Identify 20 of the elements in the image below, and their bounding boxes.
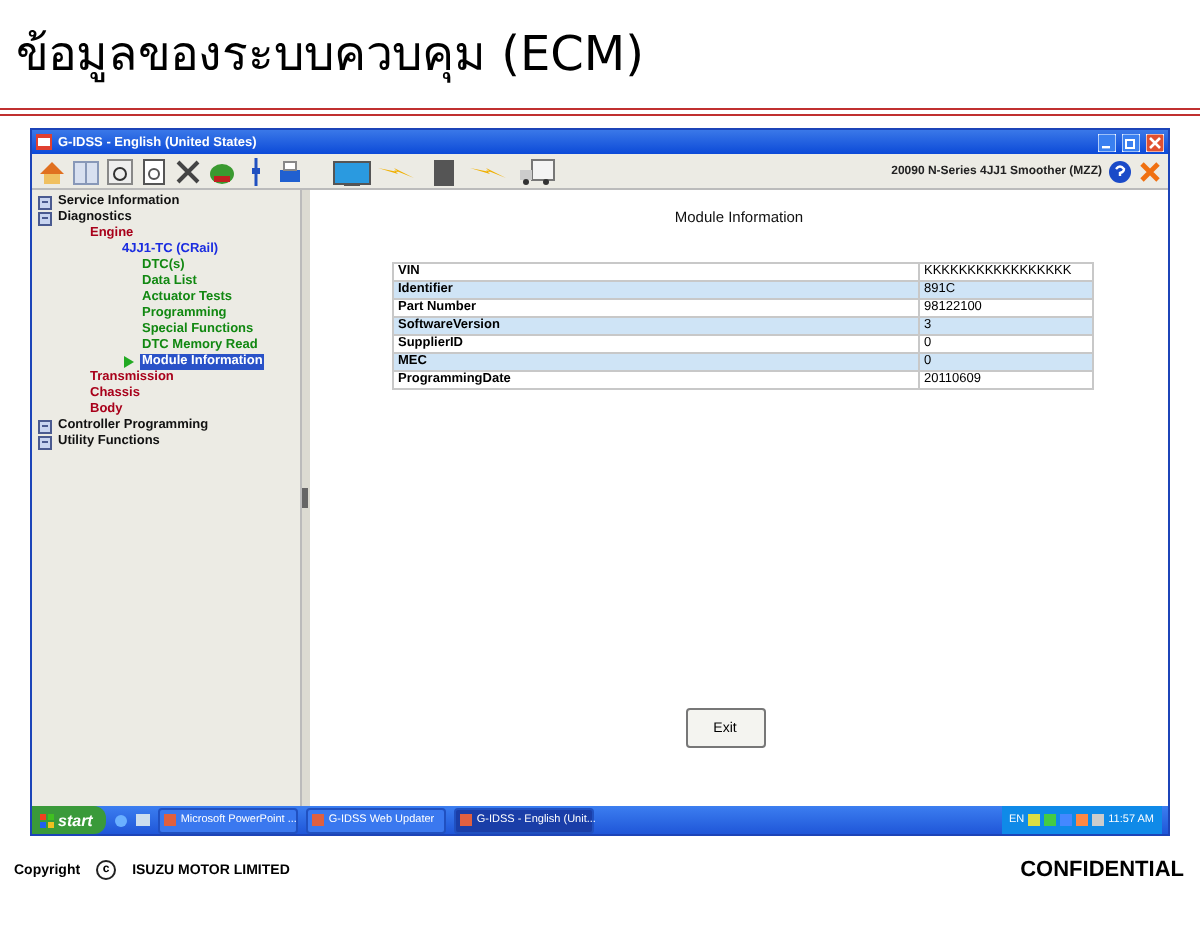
slide-title: ข้อมูลของระบบควบคุม (ECM) [14,24,646,87]
desktop-icon[interactable] [136,813,151,827]
app-icon [36,134,52,150]
browser-icon[interactable] [114,813,129,827]
splitter-handle-icon[interactable] [302,488,308,508]
printer-icon[interactable] [276,157,304,185]
monitor-icon [332,157,372,185]
window-icon [312,814,325,826]
window-icon [460,814,473,826]
minimize-icon[interactable] [1098,133,1116,151]
arrow-icon [124,356,134,368]
start-button[interactable]: start [32,806,107,834]
windows-logo-icon [40,813,54,827]
home-icon[interactable] [38,157,66,185]
help-icon[interactable] [1108,159,1132,183]
confidential-label: CONFIDENTIAL [1020,858,1184,882]
truck-icon [516,157,556,185]
restore-icon[interactable] [1122,133,1140,151]
document-icon[interactable] [140,157,168,185]
window-icon [164,814,177,826]
